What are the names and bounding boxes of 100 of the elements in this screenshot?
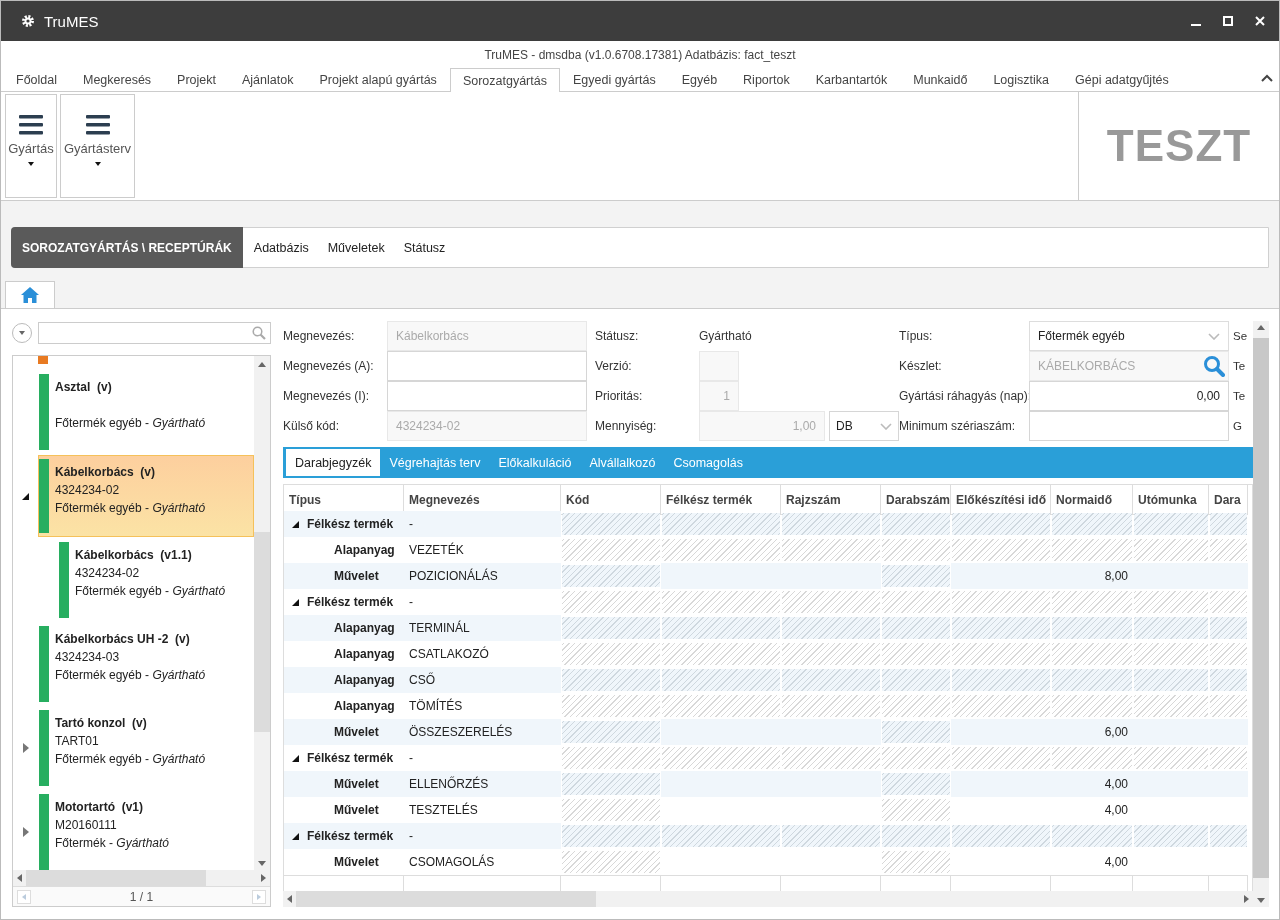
item-type: Főtermék - Gyártható <box>55 836 170 850</box>
ribbon-button[interactable]: Gyártás <box>5 94 57 198</box>
locked-cell <box>881 615 951 641</box>
expanded-icon[interactable] <box>292 598 299 606</box>
ribbon-button[interactable]: Gyártásterv <box>60 94 135 198</box>
table-cell: - <box>404 511 561 537</box>
locked-cell <box>881 589 951 615</box>
expanded-icon[interactable] <box>292 520 299 528</box>
locked-cell <box>881 537 951 563</box>
main-tab[interactable]: Projekt alapú gyártás <box>306 68 450 91</box>
item-title: Tartó konzol (v) <box>55 716 148 730</box>
search-field[interactable] <box>38 322 271 344</box>
maximize-icon[interactable] <box>1223 16 1233 26</box>
breadcrumb-path: SOROZATGYÁRTÁS \ RECEPTÚRÁK <box>11 227 243 268</box>
locked-cell <box>881 719 951 745</box>
field-label: Te <box>1233 390 1247 402</box>
tree-item[interactable]: Kábelkorbács (v1.1) 4324234-02 Főtermék egyéb - Gyártható <box>58 538 254 622</box>
field-label: Megnevezés: <box>283 329 356 343</box>
table-cell: - <box>404 823 561 849</box>
page-indicator: 1 / 1 <box>129 889 154 904</box>
tab[interactable]: Darabjegyzék <box>286 449 381 476</box>
tree-item[interactable]: Kábelkorbács (v) 4324234-02 Főtermék egyéb - Gyártható <box>38 455 254 537</box>
input-field[interactable] <box>387 381 587 411</box>
dropdown-button[interactable] <box>12 323 32 343</box>
table-cell: Félkész termék <box>307 829 394 843</box>
collapse-icon[interactable] <box>1261 74 1273 82</box>
chevron-down-icon[interactable] <box>880 422 892 430</box>
tree-item[interactable]: Motortartó (v1) M20160111 Főtermék - Gyártható <box>38 790 254 870</box>
table-cell-text: TESZTELÉS <box>408 801 479 819</box>
locked-cell <box>881 823 951 849</box>
table-cell-text: VEZETÉK <box>408 541 465 559</box>
main-tab[interactable]: Projekt <box>164 68 229 91</box>
dropdown-value: DB <box>836 419 853 433</box>
left-arrow-icon <box>22 893 26 900</box>
field-value: Gyártható <box>699 329 752 343</box>
tree-item[interactable]: Kábelkorbács UH -2 (v) 4324234-03 Főtermék egyéb - Gyártható <box>38 622 254 706</box>
field-value: KÁBELKORBÁCS <box>1038 359 1136 373</box>
main-tab[interactable]: Egyéb <box>668 68 731 91</box>
table-cell: TERMINÁL <box>404 615 561 641</box>
app-subtitle: TruMES - dmsdba (v1.0.6708.17381) Adatbázis: fact_teszt <box>484 48 796 62</box>
down-arrow-icon <box>258 861 266 866</box>
left-arrow-icon <box>17 874 22 882</box>
item-code: M20160111 <box>55 818 118 832</box>
menu-icon <box>19 115 43 135</box>
window-title: TruMES <box>44 12 100 30</box>
dropdown-field[interactable]: Főtermék egyéb <box>1029 321 1229 351</box>
field-label: Megnevezés (A): <box>283 359 375 373</box>
table-cell: Alapanyag <box>284 667 404 693</box>
tree-item[interactable]: Asztal (v) Főtermék egyéb - Gyártható <box>38 370 254 454</box>
main-tab[interactable]: Egyedi gyártás <box>559 68 669 91</box>
down-arrow-icon <box>1257 898 1265 903</box>
expanded-icon[interactable] <box>292 754 299 762</box>
field-label: Mennyiség: <box>595 419 658 433</box>
table-cell-text: CSATLAKOZÓ <box>408 645 490 663</box>
field-label: Típus: <box>899 329 934 343</box>
table-cell: Művelet <box>284 719 404 745</box>
scrollbar[interactable] <box>283 891 1253 907</box>
close-icon[interactable] <box>1255 16 1265 26</box>
main-tab[interactable]: Logisztika <box>980 68 1062 91</box>
table-cell: 8,00 <box>1051 563 1133 589</box>
main-tab[interactable]: Főoldal <box>3 68 70 91</box>
table-cell: Művelet <box>284 563 404 589</box>
scrollbar[interactable] <box>1253 321 1269 907</box>
logo-text: TESZT <box>1078 92 1279 200</box>
expanded-icon[interactable] <box>292 832 299 840</box>
menu-item[interactable]: Műveletek <box>316 228 393 267</box>
table-cell-text: - <box>408 594 414 611</box>
scrollbar[interactable] <box>13 870 270 886</box>
main-tab[interactable]: Gépi adatgyűjtés <box>1062 68 1182 91</box>
collapsed-icon[interactable] <box>22 743 29 753</box>
menu-item[interactable]: Státusz <box>392 228 454 267</box>
main-tab[interactable]: Munkaidő <box>900 68 981 91</box>
search-icon <box>252 326 266 340</box>
locked-cell <box>1209 589 1248 615</box>
expanded-icon[interactable] <box>22 492 29 500</box>
table-cell: 6,00 <box>1051 719 1133 745</box>
locked-cell <box>1209 823 1248 849</box>
main-tab[interactable]: Riportok <box>730 68 803 91</box>
input-field[interactable] <box>1029 411 1229 441</box>
input-field[interactable]: 0,00 <box>1029 381 1229 411</box>
table-cell-text: CSOMAGOLÁS <box>408 853 496 871</box>
chevron-down-icon[interactable] <box>1208 332 1220 340</box>
collapsed-icon[interactable] <box>22 827 29 837</box>
table-cell-text: Alapanyag <box>333 646 396 663</box>
menu-item[interactable]: Adatbázis <box>242 228 317 267</box>
table-cell: Alapanyag <box>284 615 404 641</box>
locked-cell <box>1209 693 1248 719</box>
home-tab[interactable] <box>5 281 55 308</box>
right-arrow-icon <box>257 893 261 900</box>
main-tab[interactable]: Megkeresés <box>70 68 165 91</box>
main-tab[interactable]: Sorozatgyártás <box>449 68 560 92</box>
table-cell-text: Művelet <box>333 802 380 819</box>
table-cell: ELLENŐRZÉS <box>404 771 561 797</box>
field-label: Megnevezés (I): <box>283 389 371 403</box>
tree-item[interactable]: Tartó konzol (v) TART01 Főtermék egyéb - Gyártható <box>38 706 254 790</box>
input-field[interactable] <box>387 351 587 381</box>
main-tab[interactable]: Ajánlatok <box>229 68 307 91</box>
right-arrow-icon <box>1244 895 1249 903</box>
scrollbar[interactable] <box>254 356 270 870</box>
main-tab[interactable]: Karbantartók <box>802 68 901 91</box>
